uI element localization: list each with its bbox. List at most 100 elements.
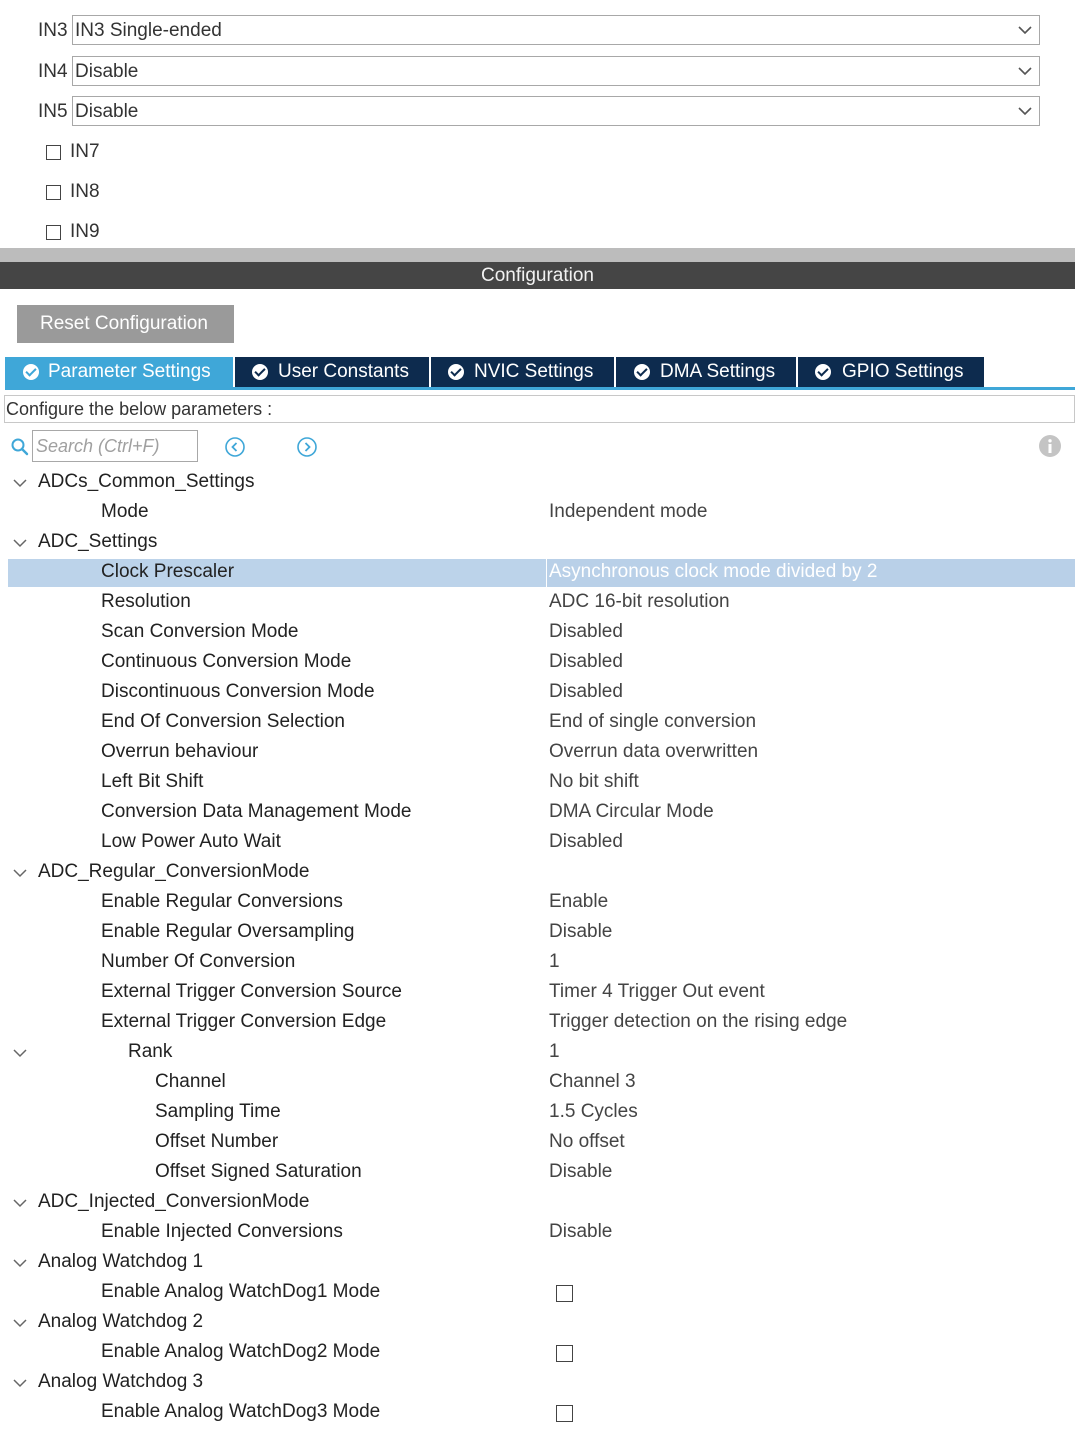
- tree-row-left-bit-shift[interactable]: Left Bit Shift No bit shift: [0, 768, 1075, 798]
- watchdog1-checkbox[interactable]: [556, 1285, 573, 1302]
- checkbox-label: IN9: [70, 221, 100, 242]
- tree-row-end-of-conversion-selection[interactable]: End Of Conversion Selection End of singl…: [0, 708, 1075, 738]
- tree-subgroup-rank[interactable]: Rank 1: [0, 1038, 1075, 1068]
- tree-row-enable-regular-oversampling[interactable]: Enable Regular Oversampling Disable: [0, 918, 1075, 948]
- chevron-down-icon[interactable]: [11, 865, 29, 881]
- tree-row-external-trigger-conversion-source[interactable]: External Trigger Conversion Source Timer…: [0, 978, 1075, 1008]
- group-label: ADCs_Common_Settings: [38, 471, 255, 492]
- check-circle-icon: [252, 364, 268, 380]
- tree-row-enable-analog-watchdog1-mode[interactable]: Enable Analog WatchDog1 Mode: [0, 1278, 1075, 1308]
- param-value[interactable]: DMA Circular Mode: [549, 801, 714, 823]
- param-value[interactable]: ADC 16-bit resolution: [549, 591, 730, 613]
- tree-row-clock-prescaler[interactable]: Clock Prescaler Asynchronous clock mode …: [0, 558, 1075, 588]
- param-value[interactable]: Independent mode: [549, 501, 707, 523]
- tree-row-resolution[interactable]: Resolution ADC 16-bit resolution: [0, 588, 1075, 618]
- channel-select-value: IN3 Single-ended: [75, 20, 222, 41]
- tree-group-analog-watchdog-1[interactable]: Analog Watchdog 1: [0, 1248, 1075, 1278]
- tab-dma-settings[interactable]: DMA Settings: [616, 357, 796, 387]
- tree-row-sampling-time[interactable]: Sampling Time 1.5 Cycles: [0, 1098, 1075, 1128]
- tree-row-overrun-behaviour[interactable]: Overrun behaviour Overrun data overwritt…: [0, 738, 1075, 768]
- chevron-down-icon: [1018, 107, 1032, 116]
- search-input[interactable]: [32, 430, 198, 462]
- tab-gpio-settings[interactable]: GPIO Settings: [798, 357, 984, 387]
- param-value[interactable]: Disable: [549, 1221, 612, 1243]
- param-name: Number Of Conversion: [101, 951, 296, 972]
- tree-group-adcs-common-settings[interactable]: ADCs_Common_Settings: [0, 468, 1075, 498]
- param-value[interactable]: Disabled: [549, 681, 623, 703]
- tree-row-mode[interactable]: Mode Independent mode: [0, 498, 1075, 528]
- tree-group-adc-settings[interactable]: ADC_Settings: [0, 528, 1075, 558]
- tab-parameter-settings[interactable]: Parameter Settings: [5, 357, 233, 387]
- param-value[interactable]: Disabled: [549, 651, 623, 673]
- param-value[interactable]: No bit shift: [549, 771, 639, 793]
- configuration-header: Configuration: [0, 262, 1075, 289]
- tree-row-enable-analog-watchdog3-mode[interactable]: Enable Analog WatchDog3 Mode: [0, 1398, 1075, 1428]
- param-value[interactable]: 1.5 Cycles: [549, 1101, 638, 1123]
- checkbox[interactable]: [46, 225, 61, 240]
- param-name: Sampling Time: [155, 1101, 281, 1122]
- channel-label: IN4: [38, 61, 68, 82]
- param-value[interactable]: Trigger detection on the rising edge: [549, 1011, 847, 1033]
- tree-row-continuous-conversion-mode[interactable]: Continuous Conversion Mode Disabled: [0, 648, 1075, 678]
- tree-row-offset-number[interactable]: Offset Number No offset: [0, 1128, 1075, 1158]
- tree-row-low-power-auto-wait[interactable]: Low Power Auto Wait Disabled: [0, 828, 1075, 858]
- param-value[interactable]: 1: [549, 951, 560, 973]
- tree-row-enable-regular-conversions[interactable]: Enable Regular Conversions Enable: [0, 888, 1075, 918]
- tree-group-analog-watchdog-2[interactable]: Analog Watchdog 2: [0, 1308, 1075, 1338]
- tree-row-external-trigger-conversion-edge[interactable]: External Trigger Conversion Edge Trigger…: [0, 1008, 1075, 1038]
- param-value[interactable]: Asynchronous clock mode divided by 2: [549, 561, 877, 583]
- group-label: ADC_Settings: [38, 531, 158, 552]
- param-name: Left Bit Shift: [101, 771, 204, 792]
- tab-nvic-settings[interactable]: NVIC Settings: [431, 357, 614, 387]
- param-value[interactable]: 1: [549, 1041, 560, 1063]
- tab-label: Parameter Settings: [48, 361, 211, 382]
- param-value[interactable]: End of single conversion: [549, 711, 756, 733]
- group-label: Analog Watchdog 2: [38, 1311, 204, 1332]
- param-value[interactable]: Disable: [549, 1161, 612, 1183]
- tree-row-enable-injected-conversions[interactable]: Enable Injected Conversions Disable: [0, 1218, 1075, 1248]
- info-icon[interactable]: [1038, 434, 1062, 458]
- circle-chevron-left-icon[interactable]: [224, 436, 246, 458]
- checkbox[interactable]: [46, 145, 61, 160]
- param-value[interactable]: Disable: [549, 921, 612, 943]
- tree-group-adc-injected-conversionmode[interactable]: ADC_Injected_ConversionMode: [0, 1188, 1075, 1218]
- group-label: Analog Watchdog 3: [38, 1371, 204, 1392]
- chevron-down-icon[interactable]: [11, 1255, 29, 1271]
- tree-row-channel[interactable]: Channel Channel 3: [0, 1068, 1075, 1098]
- param-value[interactable]: Overrun data overwritten: [549, 741, 758, 763]
- chevron-down-icon[interactable]: [11, 1315, 29, 1331]
- chevron-down-icon[interactable]: [11, 1045, 29, 1061]
- circle-chevron-right-icon[interactable]: [296, 436, 318, 458]
- chevron-down-icon[interactable]: [11, 535, 29, 551]
- channel-label: IN5: [38, 101, 68, 122]
- param-value[interactable]: Enable: [549, 891, 608, 913]
- param-value[interactable]: Channel 3: [549, 1071, 636, 1093]
- check-circle-icon: [448, 364, 464, 380]
- param-value[interactable]: Disabled: [549, 831, 623, 853]
- watchdog2-checkbox[interactable]: [556, 1345, 573, 1362]
- tab-user-constants[interactable]: User Constants: [235, 357, 429, 387]
- param-value[interactable]: Timer 4 Trigger Out event: [549, 981, 765, 1003]
- tab-label: GPIO Settings: [842, 361, 964, 382]
- channel-select-in5[interactable]: Disable: [72, 96, 1040, 126]
- tree-group-adc-regular-conversionmode[interactable]: ADC_Regular_ConversionMode: [0, 858, 1075, 888]
- watchdog3-checkbox[interactable]: [556, 1405, 573, 1422]
- channel-select-in3[interactable]: IN3 Single-ended: [72, 15, 1040, 45]
- tree-row-number-of-conversion[interactable]: Number Of Conversion 1: [0, 948, 1075, 978]
- tree-row-conversion-data-management-mode[interactable]: Conversion Data Management Mode DMA Circ…: [0, 798, 1075, 828]
- chevron-down-icon[interactable]: [11, 475, 29, 491]
- chevron-down-icon[interactable]: [11, 1375, 29, 1391]
- panel-splitter[interactable]: [0, 248, 1075, 262]
- tree-row-scan-conversion-mode[interactable]: Scan Conversion Mode Disabled: [0, 618, 1075, 648]
- tree-group-analog-watchdog-3[interactable]: Analog Watchdog 3: [0, 1368, 1075, 1398]
- reset-configuration-button[interactable]: Reset Configuration: [17, 305, 234, 343]
- tree-row-enable-analog-watchdog2-mode[interactable]: Enable Analog WatchDog2 Mode: [0, 1338, 1075, 1368]
- channel-select-in4[interactable]: Disable: [72, 56, 1040, 86]
- param-name: Continuous Conversion Mode: [101, 651, 352, 672]
- chevron-down-icon[interactable]: [11, 1195, 29, 1211]
- checkbox[interactable]: [46, 185, 61, 200]
- tree-row-offset-signed-saturation[interactable]: Offset Signed Saturation Disable: [0, 1158, 1075, 1188]
- param-value[interactable]: Disabled: [549, 621, 623, 643]
- param-value[interactable]: No offset: [549, 1131, 625, 1153]
- tree-row-discontinuous-conversion-mode[interactable]: Discontinuous Conversion Mode Disabled: [0, 678, 1075, 708]
